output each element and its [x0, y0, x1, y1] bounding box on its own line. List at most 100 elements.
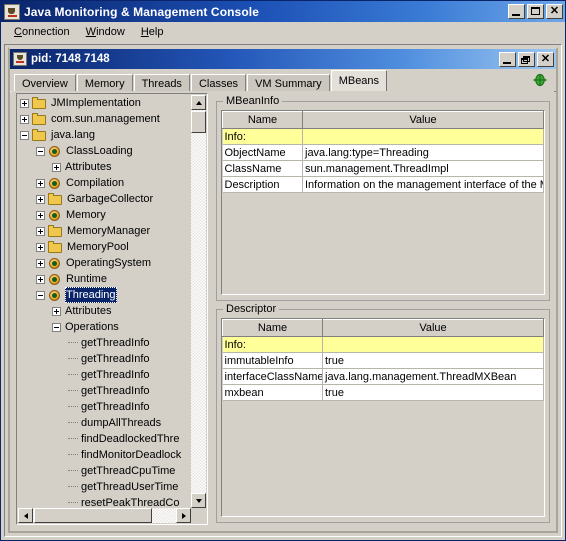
tree-expand-icon[interactable]	[20, 114, 29, 124]
table-row[interactable]: Description Information on the management…	[222, 176, 544, 193]
mbeaninfo-col-value[interactable]: Value	[302, 111, 544, 129]
tree-node[interactable]: MemoryManager	[18, 223, 191, 239]
scroll-down-button[interactable]	[191, 493, 206, 508]
tree-node[interactable]: JMImplementation	[18, 95, 191, 111]
minimize-button[interactable]	[508, 4, 525, 19]
tree-node[interactable]: getThreadInfo	[18, 351, 191, 367]
split-divider[interactable]	[209, 93, 216, 525]
tree-collapse-icon[interactable]	[20, 130, 29, 140]
cell-value[interactable]: true	[322, 352, 544, 369]
cell-name[interactable]: immutableInfo	[222, 352, 323, 369]
tree-horizontal-scrollbar[interactable]	[18, 508, 191, 523]
tree-node[interactable]: getThreadInfo	[18, 383, 191, 399]
tree-node-label: Compilation	[66, 177, 125, 189]
table-row[interactable]: ObjectName java.lang:type=Threading	[222, 144, 544, 161]
descriptor-col-name[interactable]: Name	[222, 319, 323, 337]
tree-expand-icon[interactable]	[36, 194, 45, 204]
table-row[interactable]: ClassName sun.management.ThreadImpl	[222, 160, 544, 177]
tree-node[interactable]: Attributes	[18, 303, 191, 319]
maximize-button[interactable]	[527, 4, 544, 19]
cell-value[interactable]: java.lang.management.ThreadMXBean	[322, 368, 544, 385]
menu-window[interactable]: Window	[79, 24, 134, 40]
tree-node[interactable]: Threading	[18, 287, 191, 303]
tree-node[interactable]: dumpAllThreads	[18, 415, 191, 431]
tree-node[interactable]: getThreadCpuTime	[18, 463, 191, 479]
tree-node[interactable]: java.lang	[18, 127, 191, 143]
tree-node[interactable]: getThreadInfo	[18, 399, 191, 415]
cell-value[interactable]	[302, 128, 544, 145]
tree-node[interactable]: getThreadInfo	[18, 335, 191, 351]
tree-node[interactable]: getThreadUserTime	[18, 479, 191, 495]
folder-icon	[48, 224, 63, 238]
table-row[interactable]: Info:	[222, 336, 544, 353]
tab-vm-summary[interactable]: VM Summary	[247, 74, 330, 92]
cell-value[interactable]	[322, 336, 544, 353]
mbean-icon	[48, 289, 62, 302]
tree-expand-icon[interactable]	[36, 210, 45, 220]
tab-threads[interactable]: Threads	[133, 74, 190, 92]
tree-collapse-icon[interactable]	[36, 290, 45, 300]
cell-name[interactable]: Info:	[222, 336, 323, 353]
cell-value[interactable]: true	[322, 384, 544, 401]
cell-name[interactable]: ClassName	[222, 160, 303, 177]
scroll-left-button[interactable]	[18, 508, 33, 523]
tree-node[interactable]: Operations	[18, 319, 191, 335]
tree-collapse-icon[interactable]	[52, 322, 61, 332]
cell-value[interactable]: Information on the management interface …	[302, 176, 544, 193]
cell-name[interactable]: interfaceClassName	[222, 368, 323, 385]
tree-vscroll-track[interactable]	[191, 110, 206, 493]
tree-expand-icon[interactable]	[36, 242, 45, 252]
mbeaninfo-col-name[interactable]: Name	[222, 111, 303, 129]
mbean-tree[interactable]: JMImplementation com.sun.management java.l…	[18, 95, 191, 508]
table-row[interactable]: Info:	[222, 128, 544, 145]
tab-memory[interactable]: Memory	[76, 74, 133, 92]
tree-node[interactable]: Memory	[18, 207, 191, 223]
tree-vscroll-thumb[interactable]	[191, 111, 206, 133]
tree-expand-icon[interactable]	[36, 274, 45, 284]
tree-node[interactable]: Runtime	[18, 271, 191, 287]
cell-name[interactable]: ObjectName	[222, 144, 303, 161]
close-button[interactable]: ✕	[546, 4, 563, 19]
tree-node[interactable]: findDeadlockedThre	[18, 431, 191, 447]
tree-node[interactable]: GarbageCollector	[18, 191, 191, 207]
internal-restore-button[interactable]	[518, 51, 535, 67]
menu-help[interactable]: Help	[134, 24, 173, 40]
tree-expand-icon[interactable]	[36, 226, 45, 236]
tree-hscroll-thumb[interactable]	[34, 508, 152, 523]
tree-expand-icon[interactable]	[36, 178, 45, 188]
tab-overview[interactable]: Overview	[14, 74, 76, 92]
internal-minimize-button[interactable]	[499, 51, 516, 67]
table-row[interactable]: interfaceClassName java.lang.management.T…	[222, 368, 544, 385]
cell-value[interactable]: sun.management.ThreadImpl	[302, 160, 544, 177]
tree-node[interactable]: Compilation	[18, 175, 191, 191]
tree-node[interactable]: resetPeakThreadCo	[18, 495, 191, 508]
tree-node[interactable]: getThreadInfo	[18, 367, 191, 383]
table-row[interactable]: immutableInfo true	[222, 352, 544, 369]
descriptor-col-value[interactable]: Value	[322, 319, 544, 337]
tree-vertical-scrollbar[interactable]	[190, 95, 206, 508]
tree-expand-icon[interactable]	[20, 98, 29, 108]
tab-mbeans[interactable]: MBeans	[330, 70, 388, 91]
descriptor-table[interactable]: Name Value Info: immutableInfo true interfa…	[222, 319, 544, 401]
cell-value[interactable]: java.lang:type=Threading	[302, 144, 544, 161]
tree-node[interactable]: findMonitorDeadlock	[18, 447, 191, 463]
tree-collapse-icon[interactable]	[36, 146, 45, 156]
tree-expand-icon[interactable]	[52, 162, 61, 172]
cell-name[interactable]: Info:	[222, 128, 303, 145]
tree-node[interactable]: ClassLoading	[18, 143, 191, 159]
table-row[interactable]: mxbean true	[222, 384, 544, 401]
mbeaninfo-table[interactable]: Name Value Info: ObjectName java.lang:type…	[222, 111, 544, 193]
tree-node[interactable]: Attributes	[18, 159, 191, 175]
scroll-right-button[interactable]	[176, 508, 191, 523]
cell-name[interactable]: mxbean	[222, 384, 323, 401]
cell-name[interactable]: Description	[222, 176, 303, 193]
menu-connection[interactable]: Connection	[7, 24, 79, 40]
tree-node[interactable]: com.sun.management	[18, 111, 191, 127]
internal-close-button[interactable]: ✕	[537, 51, 554, 67]
tree-expand-icon[interactable]	[52, 306, 61, 316]
tree-node[interactable]: MemoryPool	[18, 239, 191, 255]
tree-node[interactable]: OperatingSystem	[18, 255, 191, 271]
scroll-up-button[interactable]	[191, 95, 206, 110]
tree-expand-icon[interactable]	[36, 258, 45, 268]
tab-classes[interactable]: Classes	[190, 74, 247, 92]
